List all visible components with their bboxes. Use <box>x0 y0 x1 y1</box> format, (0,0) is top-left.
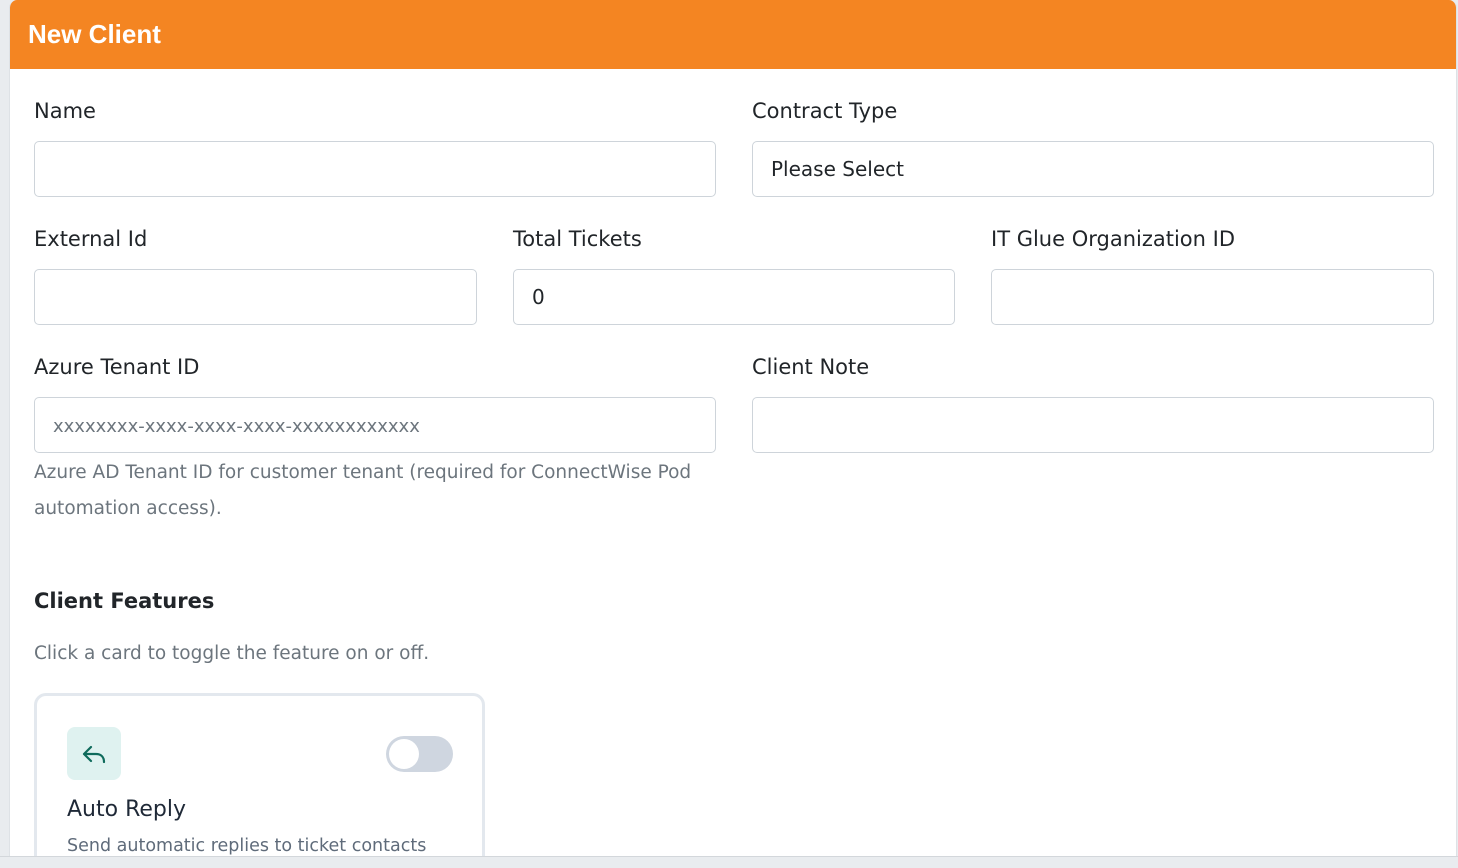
name-label: Name <box>34 99 96 123</box>
azure-tenant-id-help: Azure AD Tenant ID for customer tenant (… <box>34 455 691 527</box>
azure-tenant-id-help-line-2: automation access). <box>34 498 222 519</box>
client-features-subtitle: Click a card to toggle the feature on or… <box>34 643 430 664</box>
name-field[interactable] <box>34 141 716 197</box>
auto-reply-toggle[interactable] <box>386 736 453 772</box>
reply-icon <box>67 727 121 780</box>
contract-type-selected-value: Please Select <box>771 157 904 181</box>
total-tickets-field[interactable] <box>513 269 955 325</box>
card-header: New Client <box>10 0 1456 69</box>
client-note-label: Client Note <box>752 355 870 379</box>
total-tickets-label: Total Tickets <box>513 227 642 251</box>
azure-tenant-id-field[interactable] <box>34 397 716 453</box>
bottom-edge <box>0 856 1458 868</box>
client-features-title: Client Features <box>34 589 215 613</box>
external-id-field[interactable] <box>34 269 477 325</box>
client-note-field[interactable] <box>752 397 1434 453</box>
azure-tenant-id-label: Azure Tenant ID <box>34 355 200 379</box>
it-glue-org-id-label: IT Glue Organization ID <box>991 227 1236 251</box>
contract-type-select[interactable]: Please Select <box>752 141 1434 197</box>
feature-card-auto-reply[interactable]: Auto Reply Send automatic replies to tic… <box>34 693 485 856</box>
feature-description: Send automatic replies to ticket contact… <box>67 836 427 856</box>
feature-title: Auto Reply <box>67 797 187 822</box>
new-client-card: New Client Name Contract Type Please Sel… <box>9 0 1457 856</box>
it-glue-org-id-field[interactable] <box>991 269 1434 325</box>
contract-type-label: Contract Type <box>752 99 898 123</box>
azure-tenant-id-help-line-1: Azure AD Tenant ID for customer tenant (… <box>34 462 692 483</box>
page-title: New Client <box>28 19 161 49</box>
external-id-label: External Id <box>34 227 148 251</box>
toggle-knob <box>389 739 419 769</box>
